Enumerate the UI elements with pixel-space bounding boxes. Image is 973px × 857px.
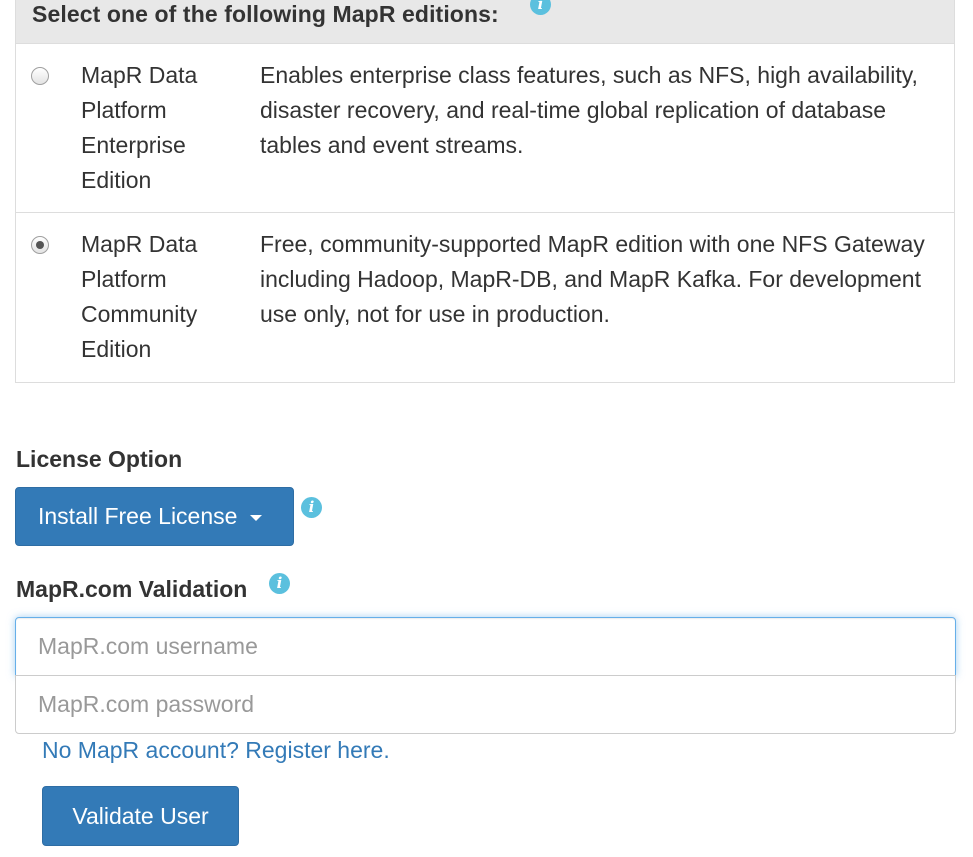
editions-header-text: Select one of the following MapR edition… bbox=[32, 1, 499, 27]
edition-row-enterprise[interactable]: MapR Data Platform Enterprise Edition En… bbox=[16, 44, 954, 213]
validation-label: MapR.com Validation bbox=[16, 576, 248, 602]
install-license-button-label: Install Free License bbox=[38, 503, 238, 529]
edition-description: Enables enterprise class features, such … bbox=[260, 62, 918, 158]
edition-row-community[interactable]: MapR Data Platform Community Edition Fre… bbox=[16, 213, 954, 382]
username-input[interactable] bbox=[15, 617, 956, 676]
edition-description: Free, community-supported MapR edition w… bbox=[260, 231, 925, 327]
edition-name: MapR Data Platform Enterprise Edition bbox=[81, 62, 198, 193]
validation-info-icon[interactable]: i bbox=[269, 573, 290, 594]
edition-radio-community[interactable] bbox=[31, 236, 49, 254]
password-input[interactable] bbox=[15, 675, 956, 734]
license-option-label: License Option bbox=[16, 446, 183, 472]
license-info-icon[interactable]: i bbox=[301, 497, 322, 518]
validate-user-button[interactable]: Validate User bbox=[42, 786, 239, 846]
register-link[interactable]: No MapR account? Register here. bbox=[42, 737, 390, 764]
caret-down-icon bbox=[249, 514, 262, 521]
install-free-license-dropdown[interactable]: Install Free License bbox=[15, 487, 294, 546]
editions-header: Select one of the following MapR edition… bbox=[16, 0, 954, 44]
info-icon[interactable]: i bbox=[530, 0, 551, 15]
edition-radio-enterprise[interactable] bbox=[31, 67, 49, 85]
edition-name: MapR Data Platform Community Edition bbox=[81, 231, 198, 362]
editions-table: Select one of the following MapR edition… bbox=[15, 0, 955, 383]
